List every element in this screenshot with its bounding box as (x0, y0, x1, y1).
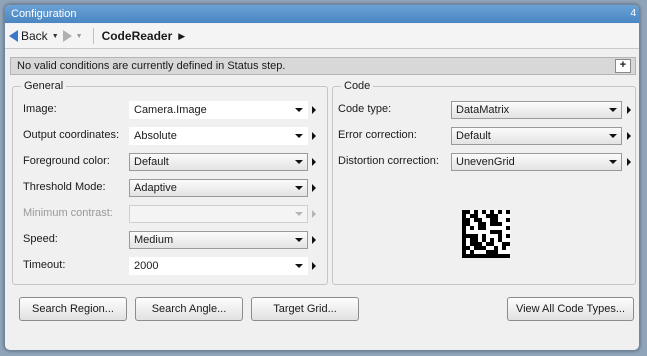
code-type-value: DataMatrix (456, 104, 510, 116)
code-legend: Code (344, 80, 371, 92)
view-all-code-types-button[interactable]: View All Code Types... (507, 297, 634, 321)
title-corner-label: 4 (630, 8, 636, 19)
chevron-down-icon (295, 212, 303, 216)
back-arrow-icon (9, 30, 18, 42)
expand-arrow-icon[interactable] (627, 158, 631, 166)
chevron-down-icon (295, 238, 303, 242)
back-history-dropdown-icon[interactable]: ▼ (52, 33, 59, 40)
distortion-correction-label: Distortion correction: (338, 155, 439, 167)
distortion-correction-select[interactable]: UnevenGrid (451, 153, 622, 171)
expand-arrow-icon[interactable] (627, 132, 631, 140)
breadcrumb-codereader[interactable]: CodeReader (102, 29, 173, 43)
error-correction-label: Error correction: (338, 129, 417, 141)
output-coordinates-label: Output coordinates: (23, 129, 120, 141)
forward-arrow-icon[interactable] (62, 30, 72, 42)
timeout-value: 2000 (134, 260, 159, 272)
nav-separator (92, 28, 94, 44)
target-grid-button[interactable]: Target Grid... (251, 297, 359, 321)
code-type-select[interactable]: DataMatrix (451, 101, 622, 119)
minimum-contrast-row: Minimum contrast: (23, 205, 323, 223)
timeout-input[interactable]: 2000 (129, 257, 308, 275)
error-correction-row: Error correction: Default (338, 127, 633, 145)
distortion-correction-value: UnevenGrid (456, 156, 515, 168)
chevron-down-icon (609, 134, 617, 138)
speed-row: Speed: Medium (23, 231, 323, 249)
speed-value: Medium (134, 234, 174, 246)
minimum-contrast-select (129, 205, 308, 223)
foreground-color-value: Default (134, 156, 169, 168)
timeout-label: Timeout: (23, 259, 66, 271)
expand-arrow-icon[interactable] (627, 106, 631, 114)
minimum-contrast-label: Minimum contrast: (23, 207, 113, 219)
expand-arrow-icon[interactable] (312, 262, 316, 270)
status-message: No valid conditions are currently define… (17, 60, 286, 72)
code-type-row: Code type: DataMatrix (338, 101, 633, 119)
foreground-color-row: Foreground color: Default (23, 153, 323, 171)
expand-arrow-icon[interactable] (312, 132, 316, 140)
output-coordinates-select[interactable]: Absolute (129, 127, 308, 145)
image-value: Camera.Image (134, 104, 207, 116)
chevron-down-icon (295, 134, 303, 138)
configuration-window: Configuration 4 Back ▼ ▼ CodeReader ▶ No… (4, 4, 640, 351)
output-coordinates-row: Output coordinates: Absolute (23, 127, 323, 145)
search-region-button[interactable]: Search Region... (19, 297, 127, 321)
forward-history-dropdown-icon[interactable]: ▼ (76, 33, 83, 40)
image-row: Image: Camera.Image (23, 101, 323, 119)
expand-arrow-icon (312, 210, 316, 218)
output-coordinates-value: Absolute (134, 130, 177, 142)
expand-arrow-icon[interactable] (312, 236, 316, 244)
chevron-down-icon (609, 108, 617, 112)
chevron-down-icon (295, 108, 303, 112)
expand-arrow-icon[interactable] (312, 158, 316, 166)
chevron-down-icon (609, 160, 617, 164)
status-message-bar: No valid conditions are currently define… (10, 57, 636, 75)
speed-select[interactable]: Medium (129, 231, 308, 249)
title-bar: Configuration 4 (5, 5, 639, 23)
image-label: Image: (23, 103, 57, 115)
foreground-color-label: Foreground color: (23, 155, 110, 167)
threshold-mode-select[interactable]: Adaptive (129, 179, 308, 197)
expand-arrow-icon[interactable] (312, 184, 316, 192)
chevron-down-icon (295, 264, 303, 268)
chevron-down-icon (295, 186, 303, 190)
add-button[interactable]: + (615, 59, 631, 73)
datamatrix-code-icon (462, 210, 510, 258)
expand-arrow-icon[interactable] (312, 106, 316, 114)
general-legend: General (24, 80, 64, 92)
back-label: Back (21, 29, 48, 43)
image-select[interactable]: Camera.Image (129, 101, 308, 119)
search-angle-button[interactable]: Search Angle... (135, 297, 243, 321)
error-correction-select[interactable]: Default (451, 127, 622, 145)
timeout-row: Timeout: 2000 (23, 257, 323, 275)
threshold-mode-label: Threshold Mode: (23, 181, 106, 193)
chevron-down-icon (295, 160, 303, 164)
threshold-mode-row: Threshold Mode: Adaptive (23, 179, 323, 197)
code-type-label: Code type: (338, 103, 392, 115)
back-button[interactable]: Back (9, 29, 48, 43)
foreground-color-select[interactable]: Default (129, 153, 308, 171)
speed-label: Speed: (23, 233, 58, 245)
window-title: Configuration (11, 8, 77, 20)
threshold-mode-value: Adaptive (134, 182, 177, 194)
error-correction-value: Default (456, 130, 491, 142)
breadcrumb-chevron-icon[interactable]: ▶ (178, 31, 185, 42)
distortion-correction-row: Distortion correction: UnevenGrid (338, 153, 633, 171)
navigation-bar: Back ▼ ▼ CodeReader ▶ (5, 24, 639, 49)
